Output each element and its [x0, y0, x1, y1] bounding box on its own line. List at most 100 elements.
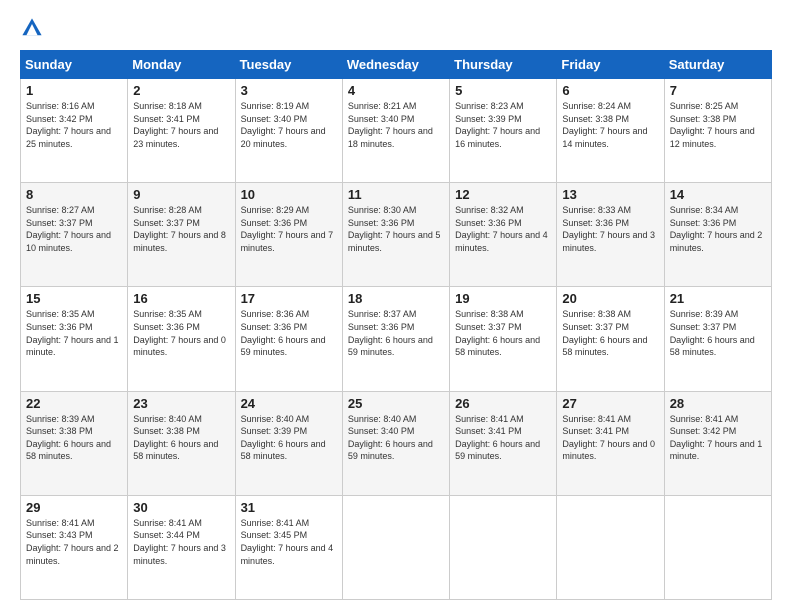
day-cell: 6 Sunrise: 8:24 AMSunset: 3:38 PMDaylight…	[557, 79, 664, 183]
column-header-friday: Friday	[557, 51, 664, 79]
day-detail: Sunrise: 8:38 AMSunset: 3:37 PMDaylight:…	[455, 309, 540, 357]
day-cell: 26 Sunrise: 8:41 AMSunset: 3:41 PMDayligh…	[450, 391, 557, 495]
day-number: 22	[26, 396, 122, 411]
week-row-3: 15 Sunrise: 8:35 AMSunset: 3:36 PMDayligh…	[21, 287, 772, 391]
day-cell: 8 Sunrise: 8:27 AMSunset: 3:37 PMDaylight…	[21, 183, 128, 287]
day-cell	[664, 495, 771, 599]
day-detail: Sunrise: 8:36 AMSunset: 3:36 PMDaylight:…	[241, 309, 326, 357]
day-number: 12	[455, 187, 551, 202]
day-cell: 10 Sunrise: 8:29 AMSunset: 3:36 PMDayligh…	[235, 183, 342, 287]
week-row-4: 22 Sunrise: 8:39 AMSunset: 3:38 PMDayligh…	[21, 391, 772, 495]
day-cell: 13Sunrise: 8:33 AMSunset: 3:36 PMDayligh…	[557, 183, 664, 287]
day-detail: Sunrise: 8:32 AMSunset: 3:36 PMDaylight:…	[455, 205, 548, 253]
day-number: 9	[133, 187, 229, 202]
day-number: 18	[348, 291, 444, 306]
week-row-5: 29 Sunrise: 8:41 AMSunset: 3:43 PMDayligh…	[21, 495, 772, 599]
day-detail: Sunrise: 8:24 AMSunset: 3:38 PMDaylight:…	[562, 101, 647, 149]
day-number: 28	[670, 396, 766, 411]
day-detail: Sunrise: 8:39 AMSunset: 3:38 PMDaylight:…	[26, 414, 111, 462]
day-number: 21	[670, 291, 766, 306]
day-number: 4	[348, 83, 444, 98]
week-row-1: 1 Sunrise: 8:16 AMSunset: 3:42 PMDaylight…	[21, 79, 772, 183]
day-number: 10	[241, 187, 337, 202]
day-cell: 22 Sunrise: 8:39 AMSunset: 3:38 PMDayligh…	[21, 391, 128, 495]
day-number: 14	[670, 187, 766, 202]
day-detail: Sunrise: 8:19 AMSunset: 3:40 PMDaylight:…	[241, 101, 326, 149]
day-detail: Sunrise: 8:41 AMSunset: 3:44 PMDaylight:…	[133, 518, 226, 566]
day-number: 29	[26, 500, 122, 515]
day-detail: Sunrise: 8:40 AMSunset: 3:40 PMDaylight:…	[348, 414, 433, 462]
day-cell	[342, 495, 449, 599]
column-header-monday: Monday	[128, 51, 235, 79]
logo-icon	[20, 16, 44, 40]
calendar-table: SundayMondayTuesdayWednesdayThursdayFrid…	[20, 50, 772, 600]
day-cell: 23 Sunrise: 8:40 AMSunset: 3:38 PMDayligh…	[128, 391, 235, 495]
day-cell: 30 Sunrise: 8:41 AMSunset: 3:44 PMDayligh…	[128, 495, 235, 599]
week-row-2: 8 Sunrise: 8:27 AMSunset: 3:37 PMDaylight…	[21, 183, 772, 287]
day-number: 6	[562, 83, 658, 98]
day-number: 7	[670, 83, 766, 98]
day-number: 11	[348, 187, 444, 202]
day-cell	[450, 495, 557, 599]
day-number: 24	[241, 396, 337, 411]
day-cell: 21 Sunrise: 8:39 AMSunset: 3:37 PMDayligh…	[664, 287, 771, 391]
day-cell: 2Sunrise: 8:18 AMSunset: 3:41 PMDaylight…	[128, 79, 235, 183]
day-cell: 24 Sunrise: 8:40 AMSunset: 3:39 PMDayligh…	[235, 391, 342, 495]
day-cell: 5 Sunrise: 8:23 AMSunset: 3:39 PMDaylight…	[450, 79, 557, 183]
day-detail: Sunrise: 8:41 AMSunset: 3:42 PMDaylight:…	[670, 414, 763, 462]
day-cell: 16 Sunrise: 8:35 AMSunset: 3:36 PMDayligh…	[128, 287, 235, 391]
day-number: 27	[562, 396, 658, 411]
day-number: 30	[133, 500, 229, 515]
day-number: 16	[133, 291, 229, 306]
day-number: 31	[241, 500, 337, 515]
column-header-saturday: Saturday	[664, 51, 771, 79]
day-detail: Sunrise: 8:33 AMSunset: 3:36 PMDaylight:…	[562, 205, 655, 253]
day-number: 26	[455, 396, 551, 411]
day-number: 1	[26, 83, 122, 98]
calendar-body: 1 Sunrise: 8:16 AMSunset: 3:42 PMDaylight…	[21, 79, 772, 600]
day-number: 3	[241, 83, 337, 98]
day-detail: Sunrise: 8:41 AMSunset: 3:41 PMDaylight:…	[562, 414, 655, 462]
day-cell: 17 Sunrise: 8:36 AMSunset: 3:36 PMDayligh…	[235, 287, 342, 391]
column-header-sunday: Sunday	[21, 51, 128, 79]
day-number: 23	[133, 396, 229, 411]
day-number: 5	[455, 83, 551, 98]
day-detail: Sunrise: 8:41 AMSunset: 3:41 PMDaylight:…	[455, 414, 540, 462]
day-detail: Sunrise: 8:16 AMSunset: 3:42 PMDaylight:…	[26, 101, 111, 149]
day-cell	[557, 495, 664, 599]
day-detail: Sunrise: 8:39 AMSunset: 3:37 PMDaylight:…	[670, 309, 755, 357]
day-detail: Sunrise: 8:41 AMSunset: 3:43 PMDaylight:…	[26, 518, 119, 566]
day-detail: Sunrise: 8:40 AMSunset: 3:39 PMDaylight:…	[241, 414, 326, 462]
day-detail: Sunrise: 8:35 AMSunset: 3:36 PMDaylight:…	[26, 309, 119, 357]
header	[20, 16, 772, 40]
day-detail: Sunrise: 8:25 AMSunset: 3:38 PMDaylight:…	[670, 101, 755, 149]
day-detail: Sunrise: 8:38 AMSunset: 3:37 PMDaylight:…	[562, 309, 647, 357]
day-detail: Sunrise: 8:29 AMSunset: 3:36 PMDaylight:…	[241, 205, 334, 253]
day-detail: Sunrise: 8:37 AMSunset: 3:36 PMDaylight:…	[348, 309, 433, 357]
day-detail: Sunrise: 8:23 AMSunset: 3:39 PMDaylight:…	[455, 101, 540, 149]
day-number: 17	[241, 291, 337, 306]
day-cell: 25Sunrise: 8:40 AMSunset: 3:40 PMDayligh…	[342, 391, 449, 495]
page: SundayMondayTuesdayWednesdayThursdayFrid…	[0, 0, 792, 612]
day-number: 15	[26, 291, 122, 306]
day-detail: Sunrise: 8:40 AMSunset: 3:38 PMDaylight:…	[133, 414, 218, 462]
logo	[20, 16, 48, 40]
day-cell: 14 Sunrise: 8:34 AMSunset: 3:36 PMDayligh…	[664, 183, 771, 287]
day-detail: Sunrise: 8:28 AMSunset: 3:37 PMDaylight:…	[133, 205, 226, 253]
day-detail: Sunrise: 8:41 AMSunset: 3:45 PMDaylight:…	[241, 518, 334, 566]
day-cell: 19 Sunrise: 8:38 AMSunset: 3:37 PMDayligh…	[450, 287, 557, 391]
day-cell: 11Sunrise: 8:30 AMSunset: 3:36 PMDayligh…	[342, 183, 449, 287]
day-cell: 9 Sunrise: 8:28 AMSunset: 3:37 PMDaylight…	[128, 183, 235, 287]
day-cell: 31 Sunrise: 8:41 AMSunset: 3:45 PMDayligh…	[235, 495, 342, 599]
day-number: 2	[133, 83, 229, 98]
column-header-thursday: Thursday	[450, 51, 557, 79]
day-detail: Sunrise: 8:34 AMSunset: 3:36 PMDaylight:…	[670, 205, 763, 253]
column-header-wednesday: Wednesday	[342, 51, 449, 79]
day-detail: Sunrise: 8:27 AMSunset: 3:37 PMDaylight:…	[26, 205, 111, 253]
day-cell: 7 Sunrise: 8:25 AMSunset: 3:38 PMDaylight…	[664, 79, 771, 183]
day-number: 19	[455, 291, 551, 306]
day-cell: 27 Sunrise: 8:41 AMSunset: 3:41 PMDayligh…	[557, 391, 664, 495]
day-detail: Sunrise: 8:21 AMSunset: 3:40 PMDaylight:…	[348, 101, 433, 149]
day-number: 8	[26, 187, 122, 202]
day-detail: Sunrise: 8:35 AMSunset: 3:36 PMDaylight:…	[133, 309, 226, 357]
